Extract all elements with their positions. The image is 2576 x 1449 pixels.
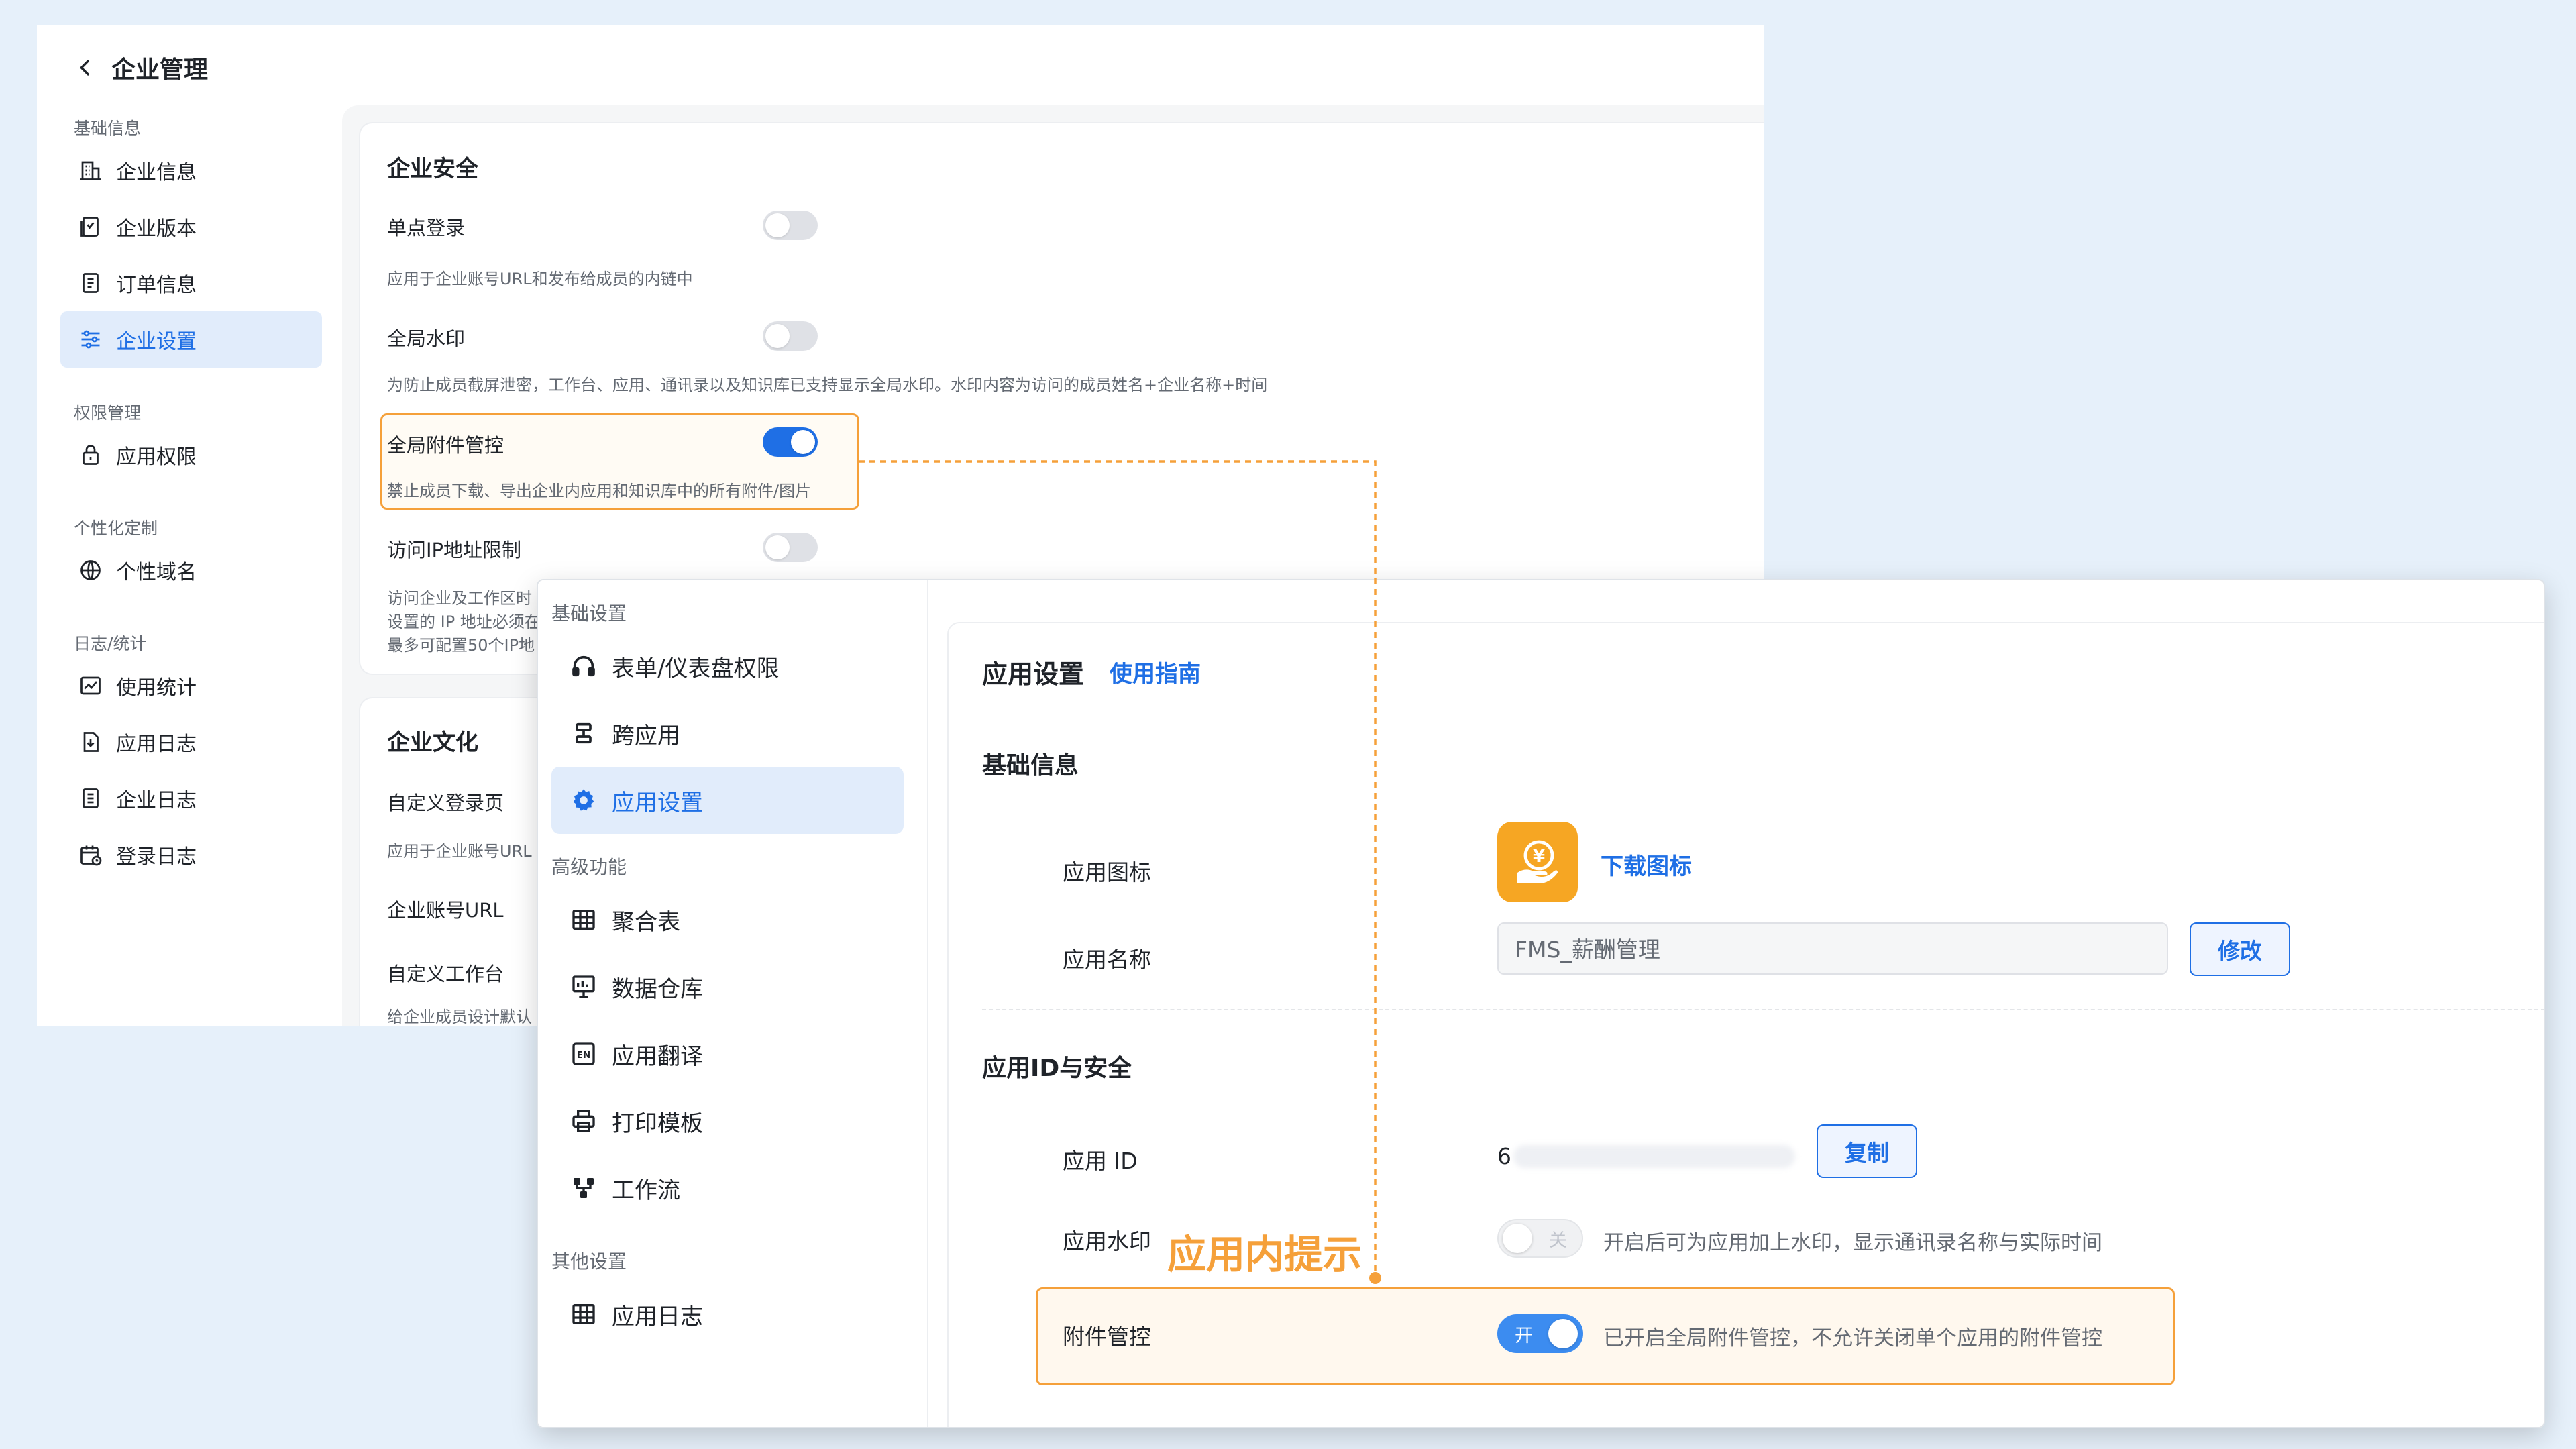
in-app-hint-annotation: 应用内提示: [1167, 1232, 1362, 1277]
